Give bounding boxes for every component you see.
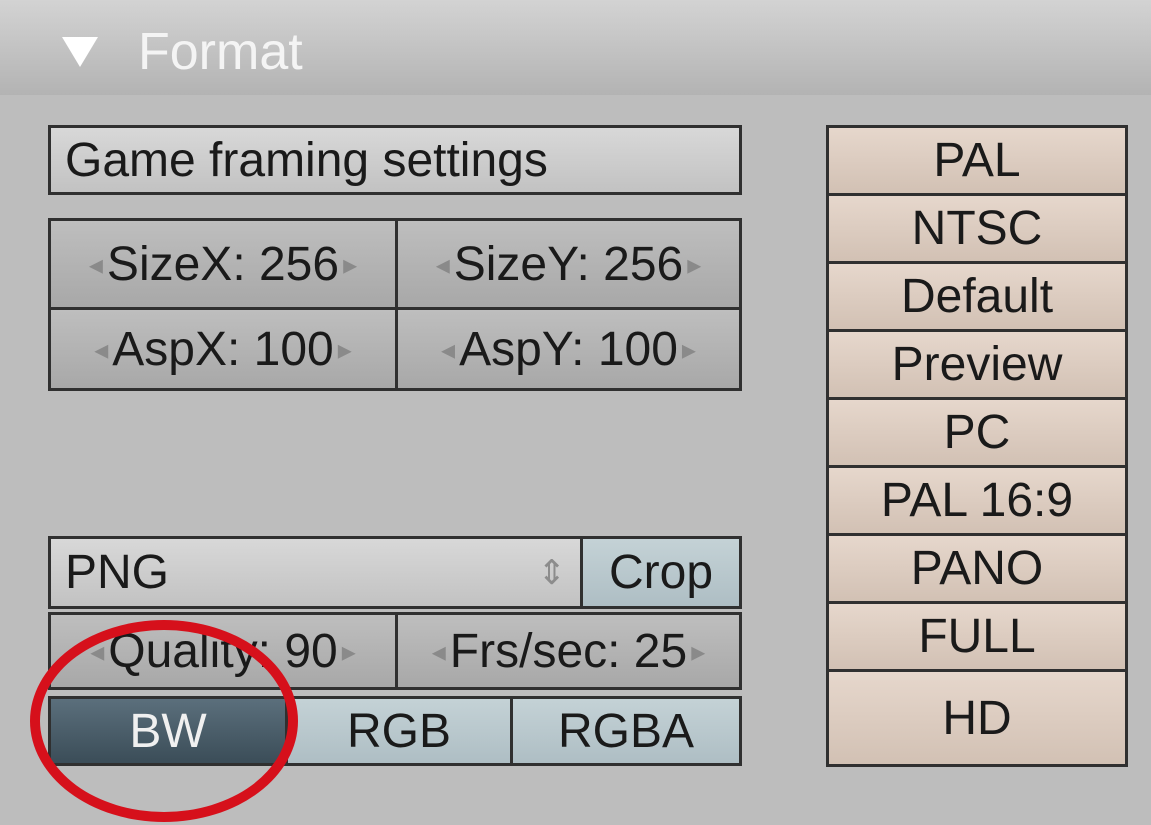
preset-label: PC	[943, 406, 1011, 459]
color-mode-bw-label: BW	[129, 704, 207, 758]
increment-arrow-icon[interactable]: ▸	[342, 635, 356, 668]
panel-title: Format	[138, 23, 303, 81]
preset-label: Default	[900, 270, 1054, 323]
game-framing-settings-label: Game framing settings	[65, 133, 548, 187]
crop-label: Crop	[608, 546, 714, 599]
file-format-select[interactable]: PNG ⇕	[48, 536, 583, 609]
preset-pano-button[interactable]: PANO	[826, 533, 1128, 604]
asp-x-label: AspX: 100	[112, 322, 334, 376]
preset-full-button[interactable]: FULL	[826, 601, 1128, 672]
quality-field[interactable]: ◂ Quality: 90 ▸	[48, 612, 398, 690]
game-framing-settings-button[interactable]: Game framing settings	[48, 125, 742, 195]
preset-label: NTSC	[911, 202, 1043, 255]
asp-x-field[interactable]: ◂ AspX: 100 ▸	[48, 307, 398, 391]
preset-label: HD	[942, 691, 1012, 745]
preset-label: PAL	[933, 134, 1021, 187]
preset-pal-16-9-button[interactable]: PAL 16:9	[826, 465, 1128, 536]
preset-label: PANO	[910, 542, 1044, 595]
panel-header[interactable]: Format	[0, 0, 1151, 95]
color-mode-rgb-button[interactable]: RGB	[285, 696, 513, 766]
increment-arrow-icon[interactable]: ▸	[691, 635, 705, 668]
size-x-field[interactable]: ◂ SizeX: 256 ▸	[48, 218, 398, 310]
decrement-arrow-icon[interactable]: ◂	[94, 333, 108, 366]
updown-arrow-icon: ⇕	[537, 553, 567, 592]
size-y-label: SizeY: 256	[453, 237, 684, 291]
preset-default-button[interactable]: Default	[826, 261, 1128, 332]
preset-label: PAL 16:9	[880, 474, 1074, 527]
color-mode-rgba-label: RGBA	[557, 704, 695, 758]
increment-arrow-icon[interactable]: ▸	[687, 248, 701, 281]
increment-arrow-icon[interactable]: ▸	[343, 248, 357, 281]
file-format-value: PNG	[65, 546, 170, 599]
color-mode-rgba-button[interactable]: RGBA	[510, 696, 742, 766]
increment-arrow-icon[interactable]: ▸	[338, 333, 352, 366]
size-y-field[interactable]: ◂ SizeY: 256 ▸	[395, 218, 742, 310]
crop-toggle[interactable]: Crop	[580, 536, 742, 609]
color-mode-bw-button[interactable]: BW	[48, 696, 288, 766]
asp-y-label: AspY: 100	[459, 322, 678, 376]
decrement-arrow-icon[interactable]: ◂	[441, 333, 455, 366]
decrement-arrow-icon[interactable]: ◂	[436, 248, 450, 281]
size-x-label: SizeX: 256	[106, 237, 340, 291]
color-mode-rgb-label: RGB	[346, 704, 451, 758]
preset-label: Preview	[891, 338, 1063, 391]
fps-label: Frs/sec: 25	[449, 624, 688, 678]
preset-label: FULL	[918, 610, 1036, 663]
collapse-triangle-icon[interactable]	[62, 37, 98, 67]
fps-field[interactable]: ◂ Frs/sec: 25 ▸	[395, 612, 742, 690]
increment-arrow-icon[interactable]: ▸	[682, 333, 696, 366]
decrement-arrow-icon[interactable]: ◂	[432, 635, 446, 668]
preset-hd-button[interactable]: HD	[826, 669, 1128, 767]
decrement-arrow-icon[interactable]: ◂	[89, 248, 103, 281]
format-panel: Format Game framing settings ◂ SizeX: 25…	[0, 0, 1151, 825]
preset-preview-button[interactable]: Preview	[826, 329, 1128, 400]
preset-pal-button[interactable]: PAL	[826, 125, 1128, 196]
asp-y-field[interactable]: ◂ AspY: 100 ▸	[395, 307, 742, 391]
preset-ntsc-button[interactable]: NTSC	[826, 193, 1128, 264]
quality-label: Quality: 90	[108, 624, 338, 678]
decrement-arrow-icon[interactable]: ◂	[90, 635, 104, 668]
preset-pc-button[interactable]: PC	[826, 397, 1128, 468]
